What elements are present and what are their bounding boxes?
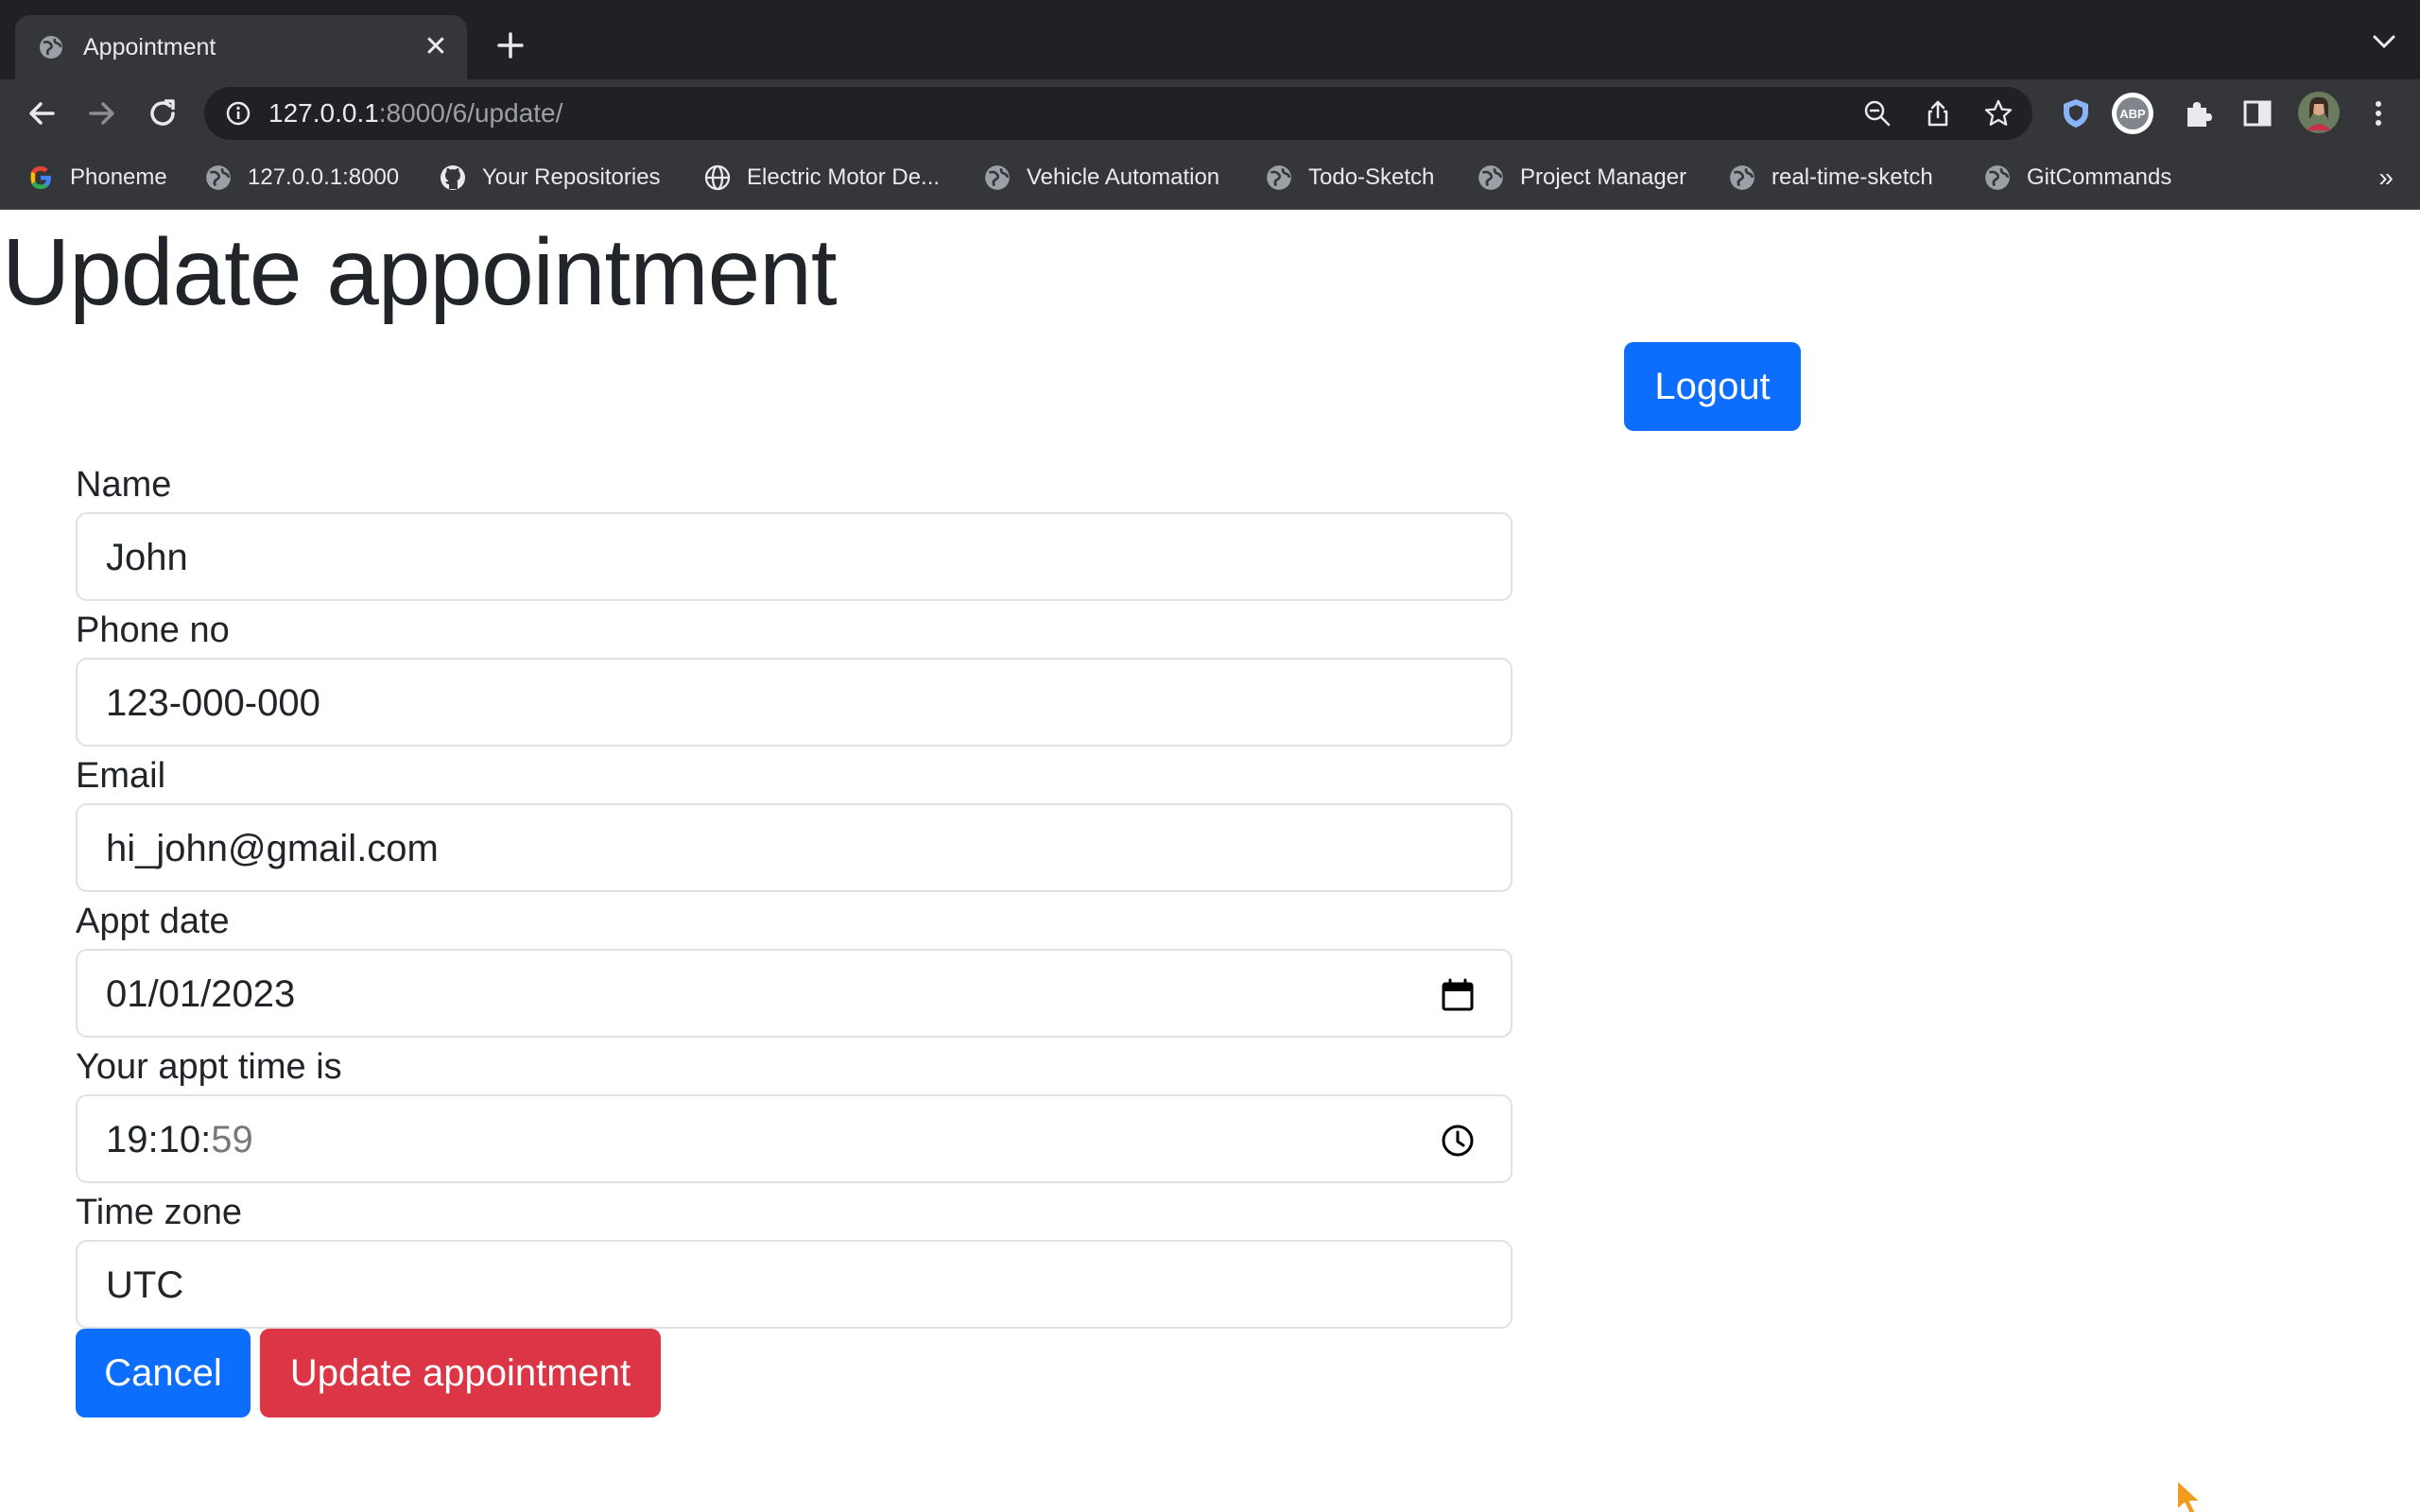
globe-icon	[1478, 165, 1503, 190]
back-arrow-icon[interactable]	[23, 94, 60, 132]
zoom-icon[interactable]	[1862, 98, 1893, 129]
bookmark-vehicle-automation[interactable]: Vehicle Automation	[983, 161, 1219, 195]
time-value: 19:10:59	[106, 1117, 253, 1162]
bookmark-project-manager[interactable]: Project Manager	[1477, 161, 1686, 195]
phone-input[interactable]: 123-000-000	[76, 658, 1512, 747]
bookmark-label: Todo-Sketch	[1308, 164, 1435, 190]
clock-icon[interactable]	[1439, 1122, 1477, 1160]
email-label: Email	[76, 756, 166, 796]
globe-icon	[1985, 165, 2010, 190]
avatar[interactable]	[2297, 91, 2341, 134]
reload-icon[interactable]	[144, 94, 182, 132]
bookmark-gitcommands[interactable]: GitCommands	[1983, 161, 2171, 195]
close-icon[interactable]: ✕	[422, 33, 450, 61]
url-host: 127.0.0.1	[268, 98, 379, 128]
share-icon[interactable]	[1923, 98, 1953, 129]
email-value: hi_john@gmail.com	[106, 828, 439, 869]
date-input[interactable]: 01/01/2023	[76, 949, 1512, 1038]
tab-strip: Appointment ✕	[0, 0, 2420, 79]
menu-dots-icon[interactable]	[2361, 96, 2395, 130]
phone-value: 123-000-000	[106, 682, 320, 724]
bookmark-electric-motor[interactable]: Electric Motor De...	[703, 161, 940, 195]
bookmark-label: Vehicle Automation	[1027, 164, 1220, 190]
calendar-icon[interactable]	[1439, 976, 1477, 1014]
name-value: John	[106, 537, 188, 578]
forward-arrow-icon[interactable]	[83, 94, 121, 132]
bookmark-label: Electric Motor De...	[747, 164, 941, 190]
side-panel-icon[interactable]	[2240, 96, 2274, 130]
bookmark-your-repositories[interactable]: Your Repositories	[439, 161, 661, 195]
time-input[interactable]: 19:10:59	[76, 1094, 1512, 1183]
name-input[interactable]: John	[76, 512, 1512, 601]
bookmarks-overflow-button[interactable]: »	[2378, 161, 2394, 195]
bookmark-label: real-time-sketch	[1772, 164, 1933, 190]
chevron-down-icon[interactable]	[2371, 32, 2397, 51]
browser-toolbar: 127.0.0.1:8000/6/update/ ABP	[0, 79, 2420, 147]
tab-title: Appointment	[83, 34, 216, 60]
bookmark-label: Project Manager	[1520, 164, 1687, 190]
logout-button[interactable]: Logout	[1624, 342, 1801, 431]
timezone-value: UTC	[106, 1264, 184, 1306]
update-appointment-button[interactable]: Update appointment	[260, 1329, 661, 1418]
adblock-icon[interactable]: ABP	[2110, 91, 2155, 136]
globe-icon	[985, 165, 1010, 190]
globe-icon	[1730, 165, 1754, 190]
star-icon[interactable]	[1983, 98, 2014, 129]
page-content: Update appointment Logout Name John Phon…	[0, 210, 2420, 1512]
date-value: 01/01/2023	[106, 973, 296, 1015]
bookmark-real-time-sketch[interactable]: real-time-sketch	[1728, 161, 1933, 195]
bookmark-label: GitCommands	[2027, 164, 2172, 190]
time-label: Your appt time is	[76, 1047, 342, 1087]
timezone-label: Time zone	[76, 1193, 242, 1232]
bookmark-label: Phoneme	[70, 164, 167, 190]
address-bar[interactable]: 127.0.0.1:8000/6/update/	[204, 87, 2032, 140]
time-value-seconds: 59	[211, 1119, 253, 1160]
info-icon[interactable]	[225, 100, 251, 127]
browser-chrome: Appointment ✕ 127.0.0.1:8000/6/update/ A…	[0, 0, 2420, 210]
page-title: Update appointment	[2, 219, 838, 325]
google-icon	[30, 166, 51, 189]
url-path: :8000/6/update/	[378, 98, 563, 128]
globe-icon	[1267, 165, 1291, 190]
phone-label: Phone no	[76, 610, 230, 650]
bookmark-todo-sketch[interactable]: Todo-Sketch	[1265, 161, 1434, 195]
email-input[interactable]: hi_john@gmail.com	[76, 803, 1512, 892]
github-icon	[441, 165, 465, 190]
bookmark-phoneme[interactable]: Phoneme	[26, 161, 167, 195]
timezone-input[interactable]: UTC	[76, 1240, 1512, 1329]
bookmark-localhost[interactable]: 127.0.0.1:8000	[204, 161, 399, 195]
web-icon	[704, 164, 731, 191]
globe-icon	[206, 165, 231, 190]
bookmark-label: Your Repositories	[482, 164, 661, 190]
bookmark-label: 127.0.0.1:8000	[248, 164, 400, 190]
plus-icon[interactable]	[492, 26, 529, 64]
svg-text:ABP: ABP	[2119, 107, 2146, 121]
name-label: Name	[76, 465, 172, 505]
shield-icon[interactable]	[2059, 96, 2093, 130]
cancel-button[interactable]: Cancel	[76, 1329, 251, 1418]
bookmarks-bar: Phoneme 127.0.0.1:8000 Your Repositories	[0, 147, 2420, 210]
url-text[interactable]: 127.0.0.1:8000/6/update/	[268, 96, 562, 130]
time-value-main: 19:10:	[106, 1119, 212, 1160]
mouse-cursor-icon	[2176, 1479, 2202, 1512]
globe-icon	[40, 36, 62, 59]
tab-appointment[interactable]: Appointment ✕	[15, 15, 467, 79]
date-label: Appt date	[76, 902, 230, 941]
extensions-icon[interactable]	[2180, 96, 2214, 130]
